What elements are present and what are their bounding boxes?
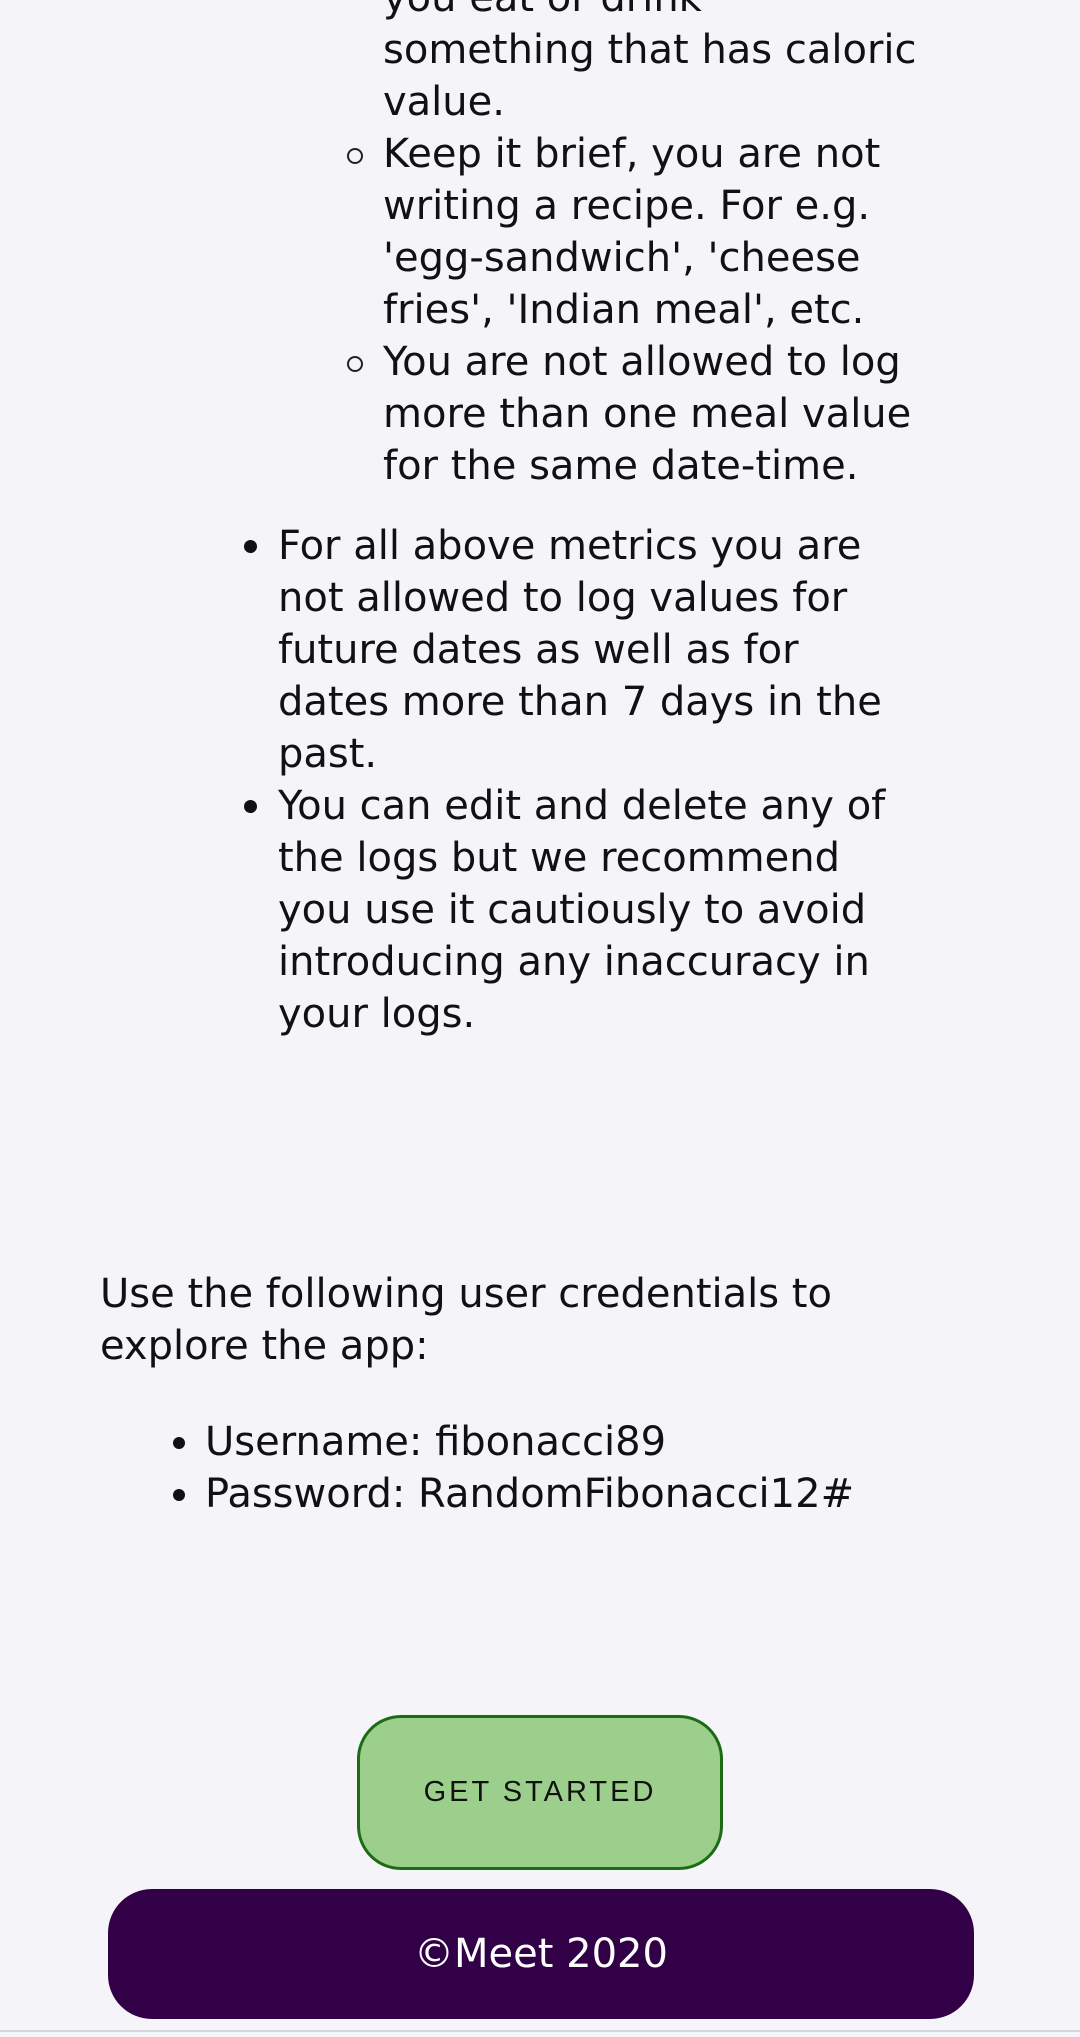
username-item: Username: fibonacci89 (173, 1416, 965, 1468)
credentials-intro: Use the following user credentials to ex… (100, 1271, 832, 1369)
bottom-divider (0, 2030, 1080, 2032)
list-item: You are not allowed to log more than one… (347, 336, 923, 492)
get-started-button[interactable]: GET STARTED (357, 1715, 723, 1870)
footer-text: ©Meet 2020 (414, 1931, 668, 1977)
list-item: you eat or drink something that has calo… (383, 0, 917, 125)
password-item: Password: RandomFibonacci12# (173, 1468, 965, 1520)
list-item: For all above metrics you are not allowe… (244, 520, 918, 780)
list-item: You can edit and delete any of the logs … (244, 780, 918, 1040)
meal-rules-sublist: you eat or drink something that has calo… (347, 0, 923, 492)
list-item: Keep it brief, you are not writing a rec… (347, 128, 923, 336)
footer: ©Meet 2020 (108, 1889, 974, 2019)
general-rules-list: For all above metrics you are not allowe… (244, 520, 918, 1040)
credentials-list: Username: fibonacci89 Password: RandomFi… (173, 1416, 965, 1520)
